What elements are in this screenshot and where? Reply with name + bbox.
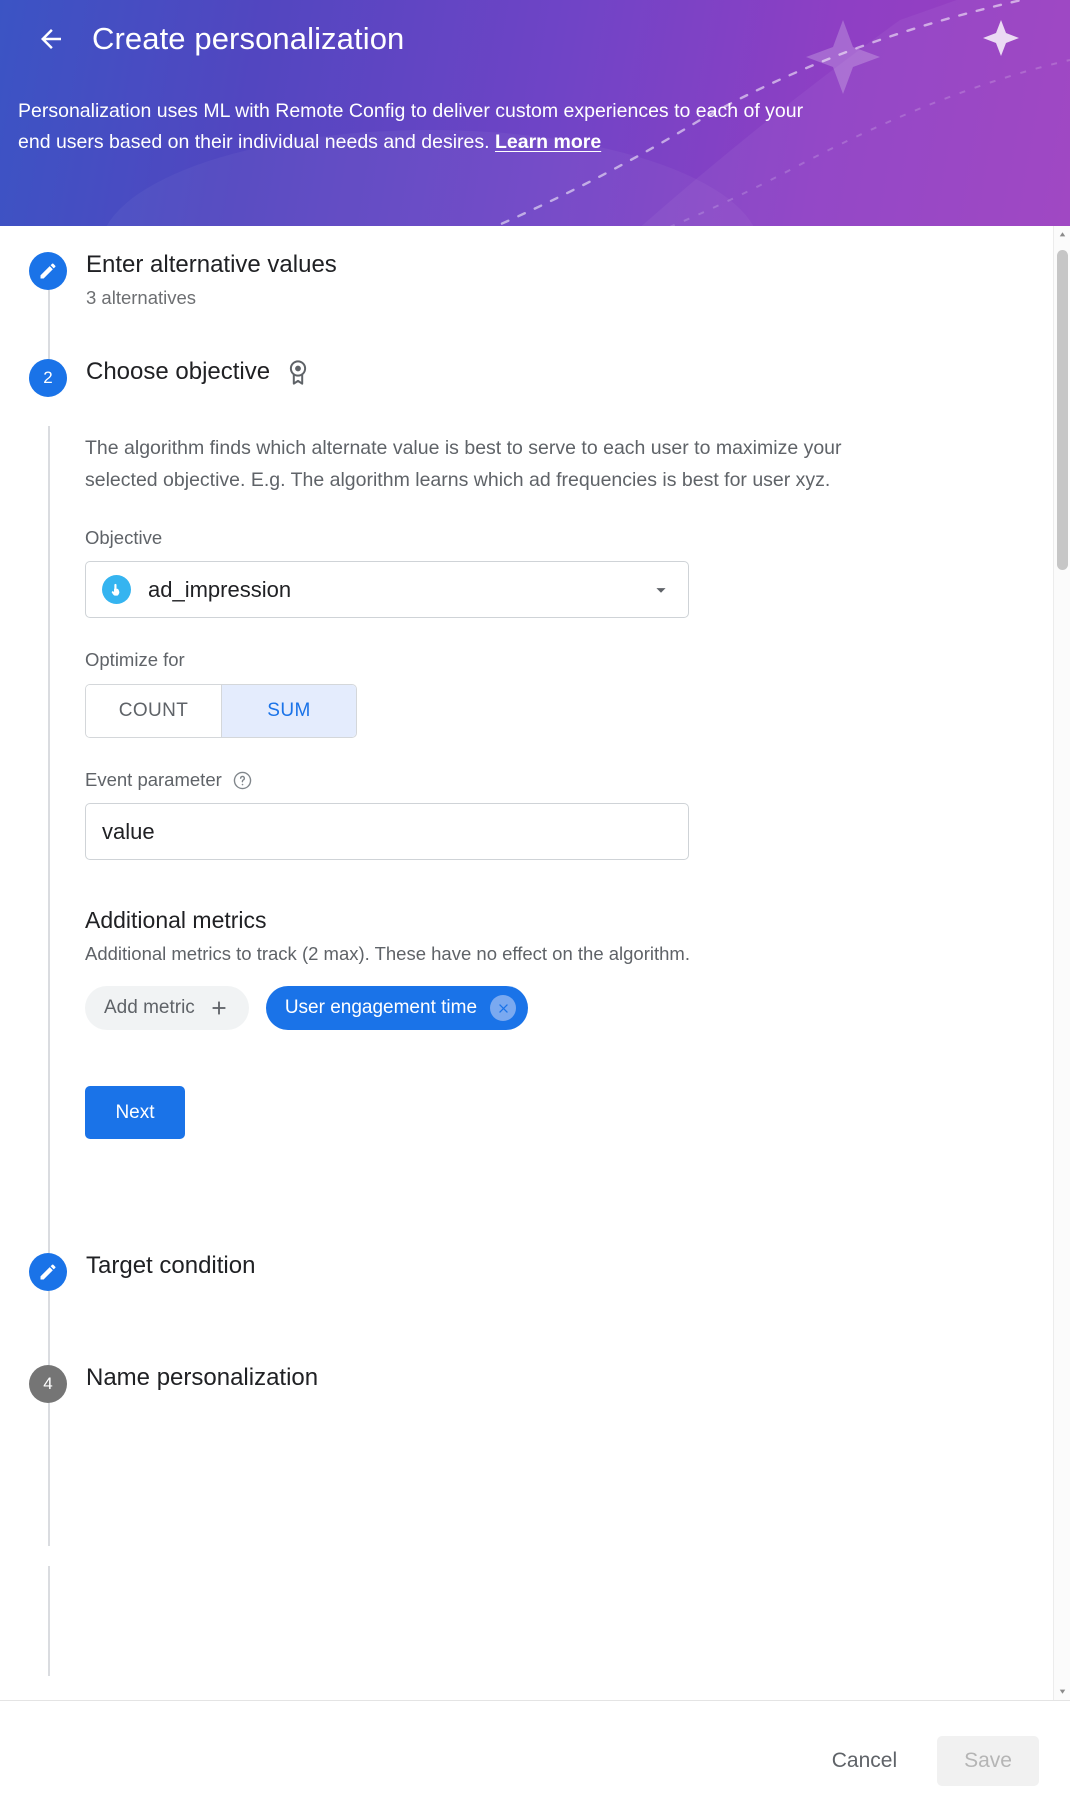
save-button[interactable]: Save [937, 1735, 1039, 1786]
step-1-marker [29, 252, 67, 290]
objective-select-value: ad_impression [148, 576, 292, 602]
step-2-header[interactable]: 2 Choose objective [0, 357, 1053, 397]
step-connector-3 [48, 1566, 50, 1676]
banner-description-text: Personalization uses ML with Remote Conf… [18, 100, 804, 153]
event-parameter-value: value [102, 818, 155, 844]
step-name-personalization[interactable]: 4 Name personalization [0, 1363, 1053, 1404]
vertical-scrollbar[interactable] [1053, 226, 1070, 1700]
optimize-for-label: Optimize for [85, 649, 185, 671]
step-2-text: Choose objective [86, 357, 312, 387]
additional-metrics-title: Additional metrics [85, 907, 267, 934]
event-parameter-label: Event parameter [85, 769, 222, 791]
step-2-content: The algorithm finds which alternate valu… [0, 433, 1053, 1140]
caret-down-icon[interactable] [1054, 1683, 1070, 1700]
step-3-header[interactable]: Target condition [0, 1251, 1053, 1292]
create-personalization-dialog: Create personalization Personalization u… [0, 0, 1070, 1820]
step-1-header[interactable]: Enter alternative values 3 alternatives [0, 250, 1053, 309]
objective-select[interactable]: ad_impression [85, 561, 689, 619]
step-1-subtitle: 3 alternatives [86, 287, 197, 308]
additional-metrics-chips: Add metric User engagement time [85, 986, 1053, 1031]
objective-label: Objective [85, 527, 163, 549]
caret-up-icon[interactable] [1054, 226, 1070, 243]
medal-icon [290, 360, 307, 385]
step-target-condition[interactable]: Target condition [0, 1251, 1053, 1292]
step-3-marker [29, 1253, 67, 1292]
step-4-marker: 4 [29, 1365, 67, 1404]
step-3-title: Target condition [86, 1252, 256, 1280]
optimize-for-toggle: COUNT SUM [85, 684, 357, 739]
step-4-title: Name personalization [86, 1364, 319, 1392]
step-2-title: Choose objective [86, 358, 271, 385]
back-button[interactable] [30, 18, 72, 60]
metric-chip-user-engagement-time[interactable]: User engagement time [265, 986, 529, 1031]
dialog-footer: Cancel Save [0, 1700, 1070, 1820]
close-circle-icon[interactable] [490, 995, 517, 1022]
add-metric-label: Add metric [104, 997, 195, 1019]
cancel-button[interactable]: Cancel [810, 1736, 919, 1786]
learn-more-link[interactable]: Learn more [495, 131, 601, 153]
dialog-header-banner: Create personalization Personalization u… [0, 0, 1070, 226]
arrow-left-icon [41, 29, 61, 49]
next-button[interactable]: Next [85, 1086, 185, 1140]
stepper: Enter alternative values 3 alternatives … [0, 226, 1053, 1676]
step-4-text: Name personalization [86, 1363, 318, 1393]
plus-icon [212, 1001, 226, 1015]
step-4-header[interactable]: 4 Name personalization [0, 1363, 1053, 1404]
scrollbar-thumb[interactable] [1057, 250, 1068, 570]
metric-chip-label: User engagement time [284, 997, 478, 1019]
pencil-icon [40, 263, 56, 279]
dialog-body: Enter alternative values 3 alternatives … [0, 226, 1070, 1700]
banner-description: Personalization uses ML with Remote Conf… [18, 96, 838, 158]
pencil-icon [40, 1264, 56, 1280]
step-choose-objective: 2 Choose objective The algorithm finds w… [0, 357, 1053, 1140]
step-1-title: Enter alternative values [86, 251, 337, 278]
objective-select-value-group: ad_impression [102, 575, 292, 605]
page-title: Create personalization [92, 20, 405, 56]
event-parameter-input[interactable]: value [85, 803, 689, 861]
chevron-down-icon [656, 587, 666, 593]
add-metric-chip[interactable]: Add metric [85, 986, 249, 1031]
additional-metrics-description: Additional metrics to track (2 max). The… [85, 943, 690, 965]
scroll-area: Enter alternative values 3 alternatives … [0, 226, 1053, 1700]
touch-pointer-icon [102, 575, 131, 605]
help-circle-icon[interactable] [232, 770, 253, 791]
step-enter-alternative-values[interactable]: Enter alternative values 3 alternatives [0, 250, 1053, 309]
step-1-text: Enter alternative values 3 alternatives [86, 250, 337, 309]
optimize-option-count[interactable]: COUNT [86, 685, 221, 738]
step-2-marker: 2 [29, 359, 67, 397]
step-3-text: Target condition [86, 1251, 255, 1281]
banner-title-row: Create personalization [0, 0, 1070, 60]
objective-description: The algorithm finds which alternate valu… [85, 437, 842, 491]
event-parameter-label-row: Event parameter [85, 769, 1053, 791]
optimize-option-sum[interactable]: SUM [221, 685, 356, 738]
step-2-title-row: Choose objective [86, 357, 312, 387]
